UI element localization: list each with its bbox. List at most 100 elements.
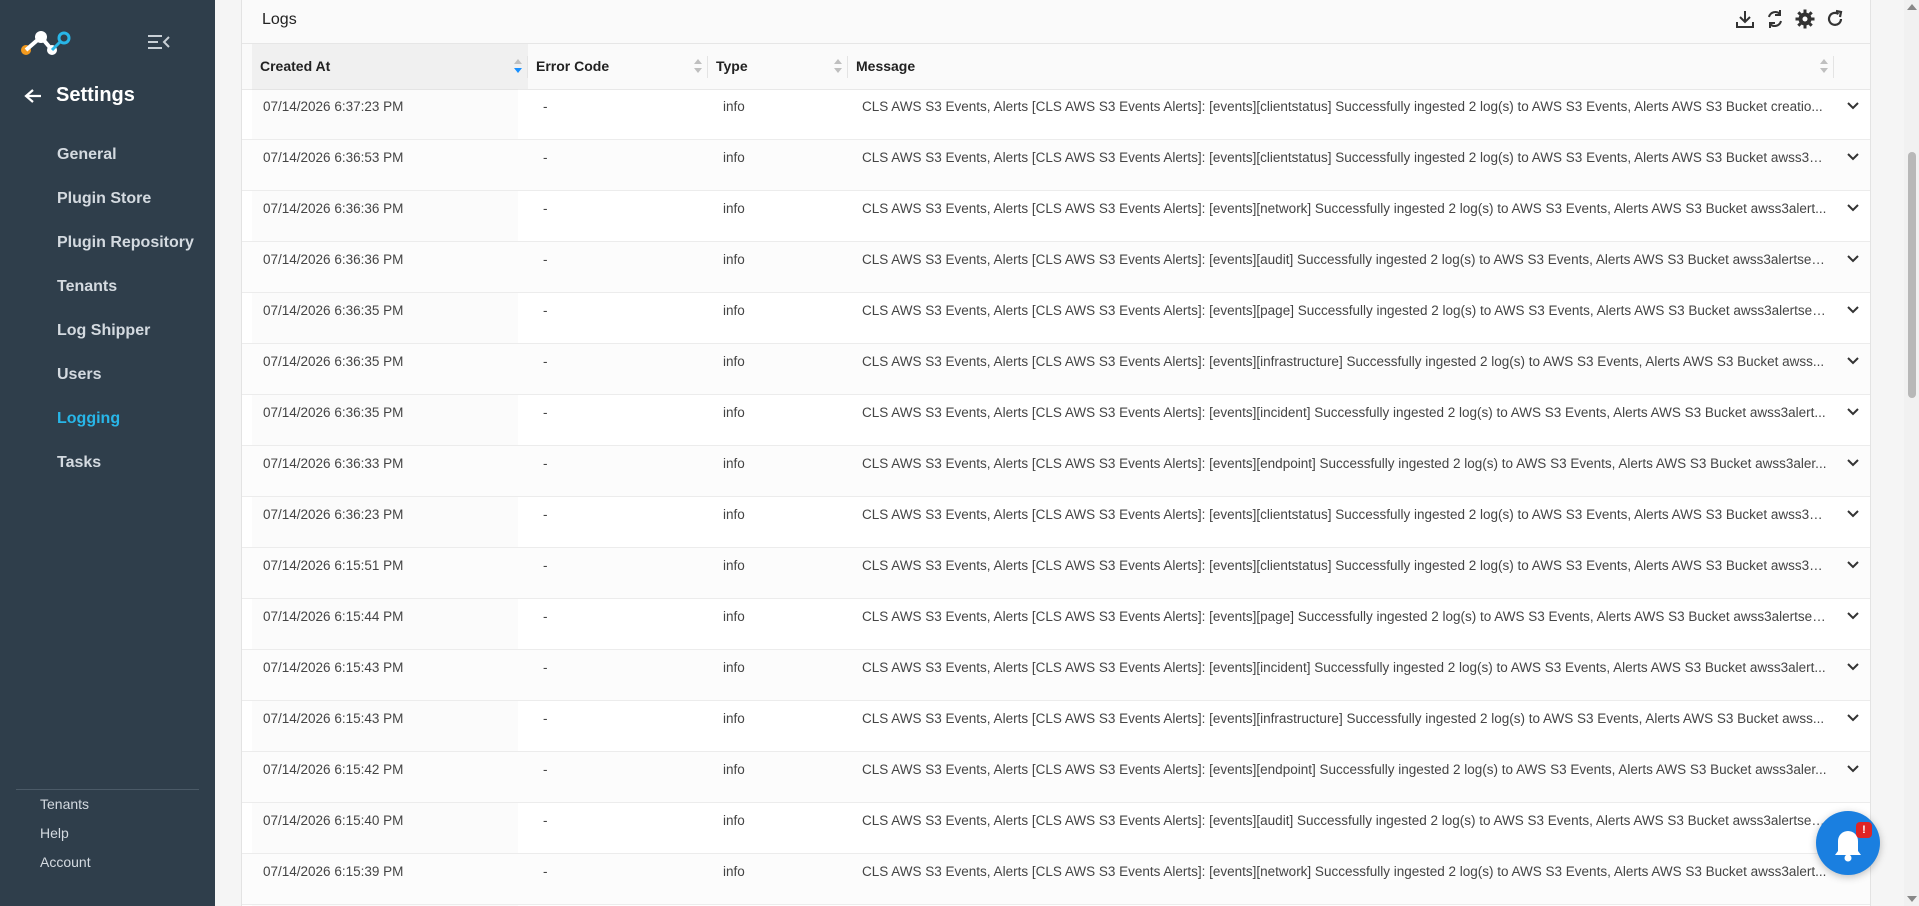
type-cell: info (723, 813, 745, 828)
collapse-menu-icon[interactable] (148, 32, 170, 52)
column-header-created-at[interactable]: Created At (252, 44, 528, 89)
settings-back-link[interactable]: Settings (24, 84, 135, 107)
log-table-body: 07/14/2026 6:37:23 PM - info CLS AWS S3 Eve… (242, 89, 1870, 905)
error-code-cell: - (543, 507, 548, 522)
type-cell: info (723, 456, 745, 471)
footer-link-account[interactable]: Account (16, 848, 199, 877)
sync-icon[interactable] (1764, 8, 1786, 30)
refresh-icon[interactable] (1824, 8, 1846, 30)
chevron-down-icon[interactable] (1846, 354, 1860, 368)
scroll-down-arrow[interactable] (1907, 896, 1917, 902)
created-at-cell: 07/14/2026 6:15:39 PM (263, 864, 404, 879)
error-code-cell: - (543, 813, 548, 828)
gear-icon[interactable] (1794, 8, 1816, 30)
created-at-cell: 07/14/2026 6:36:36 PM (263, 201, 404, 216)
logo-icon[interactable] (20, 28, 72, 63)
sidebar: Settings General Plugin Store Plugin Rep… (0, 0, 215, 906)
table-row[interactable]: 07/14/2026 6:36:35 PM - info CLS AWS S3 Eve… (242, 293, 1870, 344)
table-row[interactable]: 07/14/2026 6:15:43 PM - info CLS AWS S3 Eve… (242, 701, 1870, 752)
table-row[interactable]: 07/14/2026 6:15:40 PM - info CLS AWS S3 Eve… (242, 803, 1870, 854)
download-icon[interactable] (1734, 8, 1756, 30)
created-at-cell: 07/14/2026 6:37:23 PM (263, 99, 404, 114)
table-row[interactable]: 07/14/2026 6:36:36 PM - info CLS AWS S3 Eve… (242, 242, 1870, 293)
notification-badge: ! (1856, 822, 1872, 838)
sidebar-item-tasks[interactable]: Tasks (0, 441, 215, 485)
column-header-message[interactable]: Message (848, 44, 1834, 89)
sidebar-item-tenants[interactable]: Tenants (0, 265, 215, 309)
sort-descending-icon (514, 59, 522, 73)
created-at-cell: 07/14/2026 6:36:53 PM (263, 150, 404, 165)
error-code-cell: - (543, 762, 548, 777)
sidebar-item-users[interactable]: Users (0, 353, 215, 397)
column-header-error-code[interactable]: Error Code (528, 44, 708, 89)
type-cell: info (723, 303, 745, 318)
sidebar-item-logging[interactable]: Logging (0, 397, 215, 441)
chevron-down-icon[interactable] (1846, 405, 1860, 419)
table-row[interactable]: 07/14/2026 6:15:43 PM - info CLS AWS S3 Eve… (242, 650, 1870, 701)
created-at-cell: 07/14/2026 6:36:35 PM (263, 303, 404, 318)
created-at-cell: 07/14/2026 6:15:42 PM (263, 762, 404, 777)
created-at-cell: 07/14/2026 6:36:35 PM (263, 354, 404, 369)
chevron-down-icon[interactable] (1846, 201, 1860, 215)
message-cell: CLS AWS S3 Events, Alerts [CLS AWS S3 Ev… (862, 99, 1823, 114)
type-cell: info (723, 354, 745, 369)
error-code-cell: - (543, 252, 548, 267)
sort-icon (1820, 59, 1828, 73)
table-row[interactable]: 07/14/2026 6:36:23 PM - info CLS AWS S3 Eve… (242, 497, 1870, 548)
sidebar-item-plugin-repository[interactable]: Plugin Repository (0, 221, 215, 265)
message-cell: CLS AWS S3 Events, Alerts [CLS AWS S3 Ev… (862, 405, 1826, 420)
error-code-cell: - (543, 99, 548, 114)
error-code-cell: - (543, 609, 548, 624)
table-row[interactable]: 07/14/2026 6:36:35 PM - info CLS AWS S3 Eve… (242, 344, 1870, 395)
sidebar-item-general[interactable]: General (0, 133, 215, 177)
type-cell: info (723, 660, 745, 675)
chevron-down-icon[interactable] (1846, 456, 1860, 470)
created-at-cell: 07/14/2026 6:36:35 PM (263, 405, 404, 420)
logs-title: Logs (262, 11, 297, 28)
table-row[interactable]: 07/14/2026 6:36:53 PM - info CLS AWS S3 Eve… (242, 140, 1870, 191)
error-code-cell: - (543, 558, 548, 573)
column-label: Created At (260, 58, 331, 74)
error-code-cell: - (543, 354, 548, 369)
chevron-down-icon[interactable] (1846, 711, 1860, 725)
table-row[interactable]: 07/14/2026 6:15:51 PM - info CLS AWS S3 Eve… (242, 548, 1870, 599)
created-at-cell: 07/14/2026 6:36:33 PM (263, 456, 404, 471)
column-label: Message (856, 58, 916, 74)
message-cell: CLS AWS S3 Events, Alerts [CLS AWS S3 Ev… (862, 201, 1827, 216)
notifications-button[interactable]: ! (1816, 811, 1880, 875)
table-row[interactable]: 07/14/2026 6:36:36 PM - info CLS AWS S3 Eve… (242, 191, 1870, 242)
sidebar-item-plugin-store[interactable]: Plugin Store (0, 177, 215, 221)
chevron-down-icon[interactable] (1846, 762, 1860, 776)
chevron-down-icon[interactable] (1846, 99, 1860, 113)
chevron-down-icon[interactable] (1846, 507, 1860, 521)
table-row[interactable]: 07/14/2026 6:15:42 PM - info CLS AWS S3 Eve… (242, 752, 1870, 803)
table-row[interactable]: 07/14/2026 6:37:23 PM - info CLS AWS S3 Eve… (242, 89, 1870, 140)
message-cell: CLS AWS S3 Events, Alerts [CLS AWS S3 Ev… (862, 558, 1827, 573)
type-cell: info (723, 150, 745, 165)
type-cell: info (723, 864, 745, 879)
chevron-down-icon[interactable] (1846, 558, 1860, 572)
sidebar-item-log-shipper[interactable]: Log Shipper (0, 309, 215, 353)
footer-link-tenants[interactable]: Tenants (16, 790, 199, 819)
column-header-type[interactable]: Type (708, 44, 848, 89)
bell-icon (1835, 831, 1861, 862)
scrollbar-thumb[interactable] (1908, 152, 1916, 398)
chevron-down-icon[interactable] (1846, 609, 1860, 623)
chevron-down-icon[interactable] (1846, 252, 1860, 266)
chevron-down-icon[interactable] (1846, 660, 1860, 674)
created-at-cell: 07/14/2026 6:36:36 PM (263, 252, 404, 267)
footer-link-help[interactable]: Help (16, 819, 199, 848)
table-row[interactable]: 07/14/2026 6:36:35 PM - info CLS AWS S3 Eve… (242, 395, 1870, 446)
table-row[interactable]: 07/14/2026 6:15:44 PM - info CLS AWS S3 Eve… (242, 599, 1870, 650)
arrow-left-icon (24, 88, 41, 103)
page-scrollbar[interactable] (1904, 0, 1919, 906)
table-row[interactable]: 07/14/2026 6:36:33 PM - info CLS AWS S3 Eve… (242, 446, 1870, 497)
scroll-up-arrow[interactable] (1907, 4, 1917, 10)
error-code-cell: - (543, 405, 548, 420)
chevron-down-icon[interactable] (1846, 150, 1860, 164)
chevron-down-icon[interactable] (1846, 303, 1860, 317)
table-row[interactable]: 07/14/2026 6:15:39 PM - info CLS AWS S3 Eve… (242, 854, 1870, 905)
sort-icon (834, 59, 842, 73)
message-cell: CLS AWS S3 Events, Alerts [CLS AWS S3 Ev… (862, 864, 1827, 879)
message-cell: CLS AWS S3 Events, Alerts [CLS AWS S3 Ev… (862, 354, 1825, 369)
